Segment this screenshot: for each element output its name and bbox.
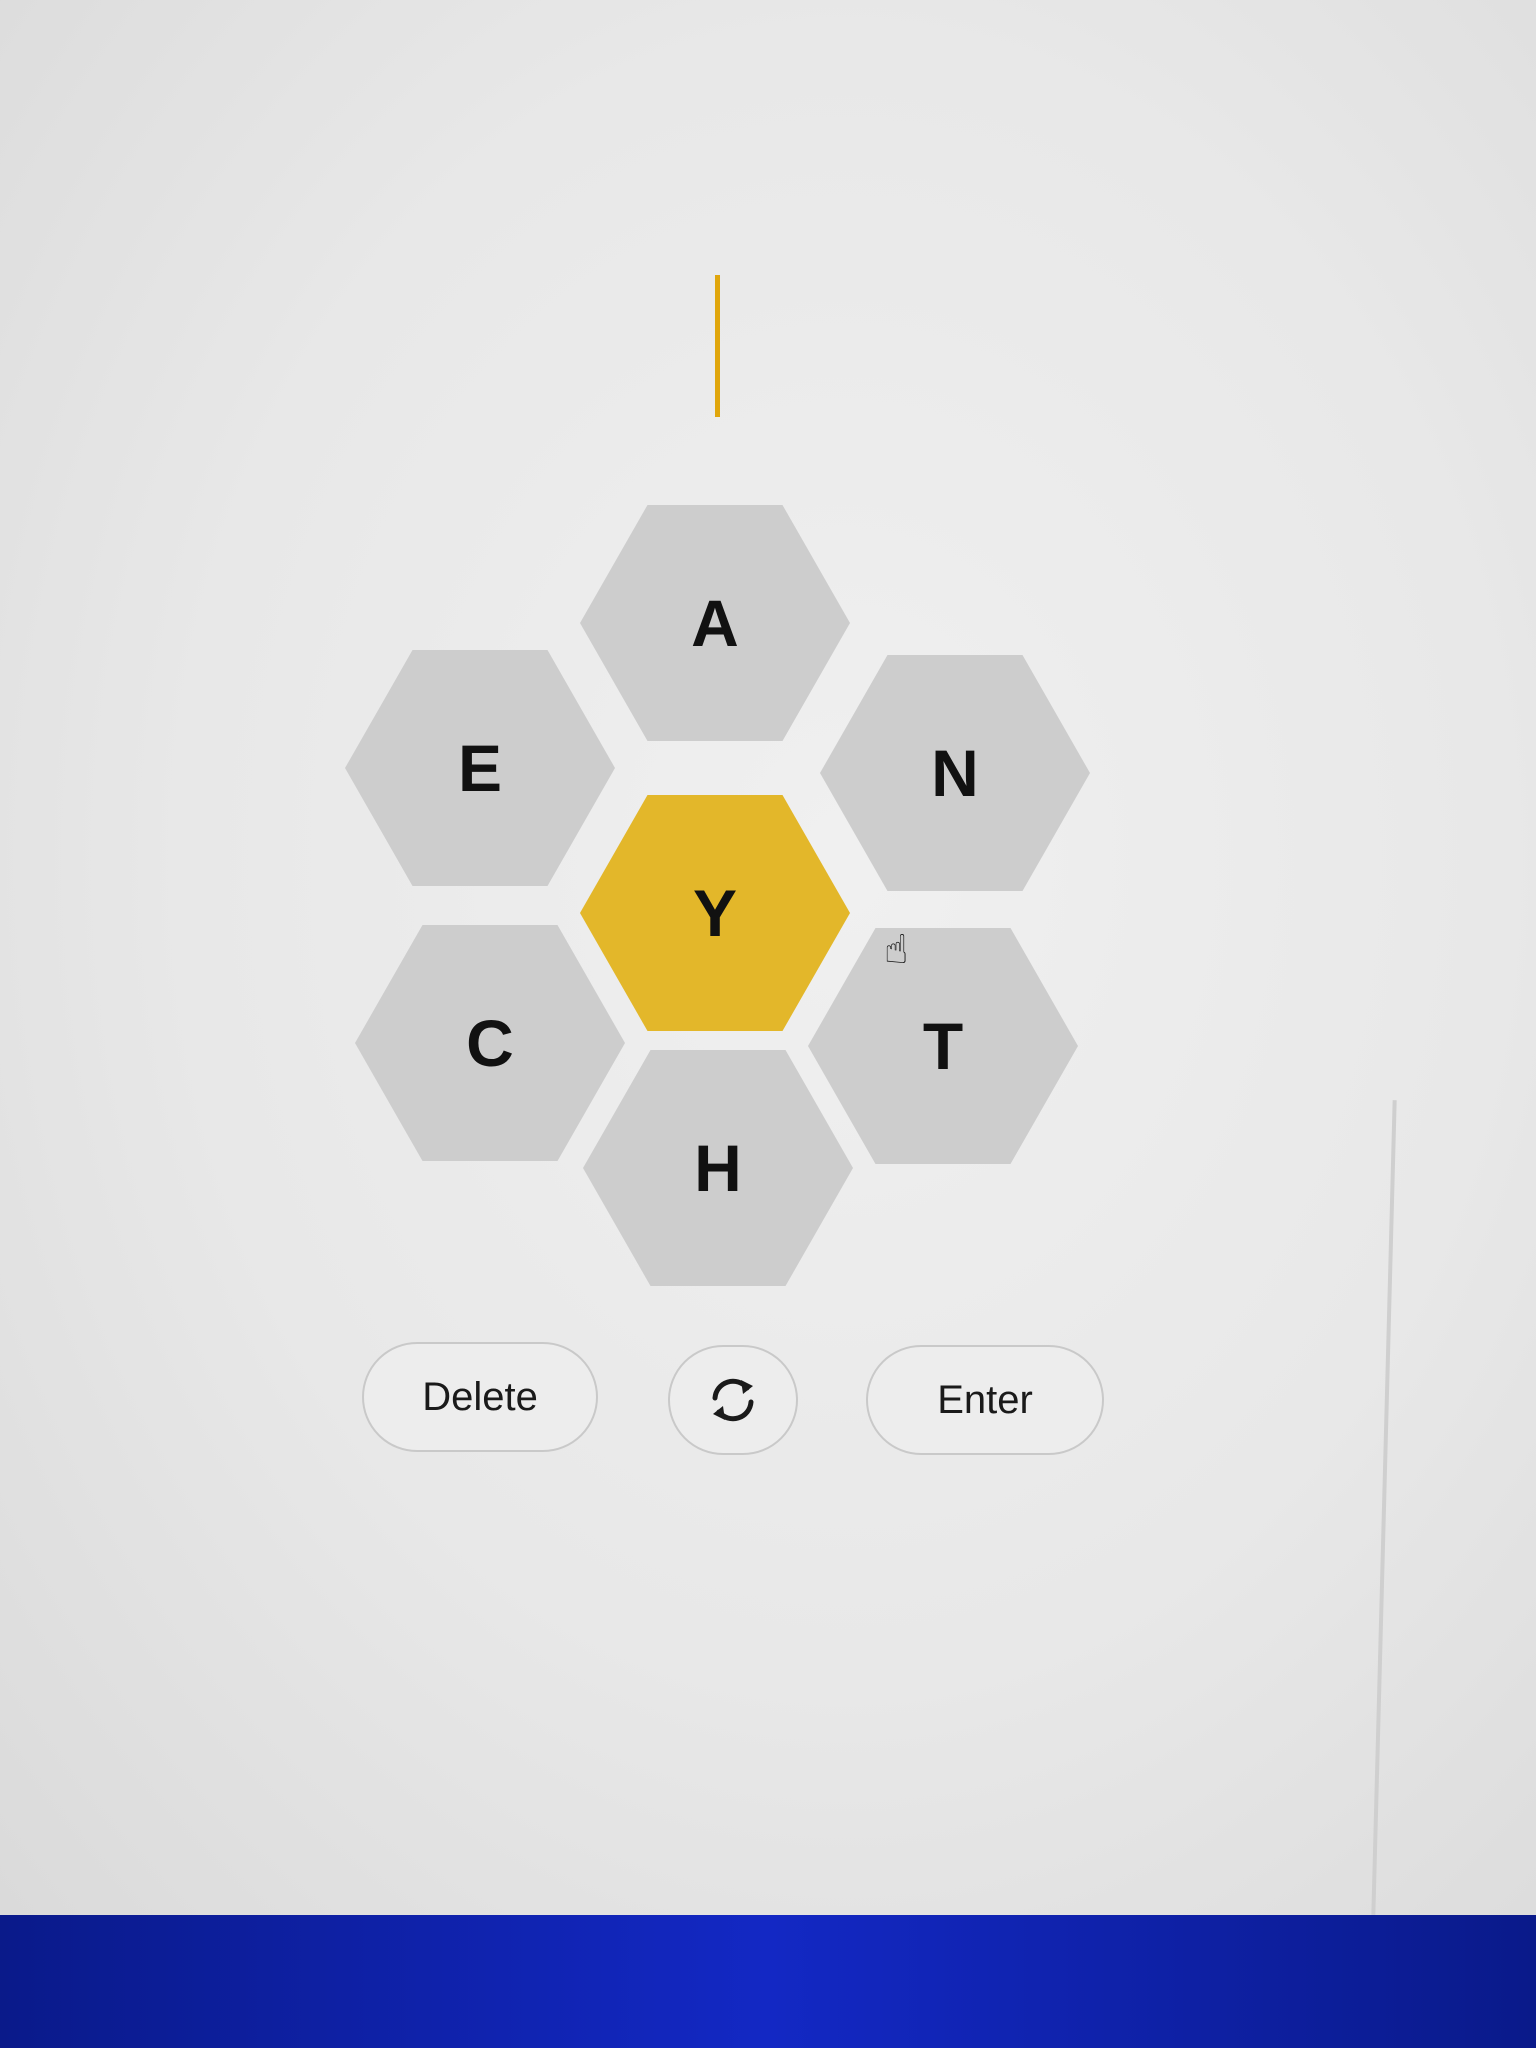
hand-pointer-icon: ☝ (884, 928, 909, 972)
hive-letter: C (466, 1006, 514, 1080)
hive-cell-lower-right[interactable]: T (808, 928, 1078, 1164)
hive-letter: E (457, 731, 503, 805)
hive-cell-bottom[interactable]: H (583, 1050, 853, 1286)
hive-cell-lower-left[interactable]: C (355, 925, 625, 1161)
center-letter: Y (692, 876, 738, 950)
game-screen: A E N Y C T H ☝ Delete Enter (0, 0, 1536, 1915)
delete-button[interactable]: Delete (362, 1342, 598, 1452)
hive-cell-upper-right[interactable]: N (820, 655, 1090, 891)
enter-button[interactable]: Enter (866, 1345, 1104, 1455)
shuffle-button[interactable] (668, 1345, 798, 1455)
letter-hive: A E N Y C T H (0, 0, 1536, 1400)
hive-cell-top[interactable]: A (580, 505, 850, 741)
hive-letter: N (931, 736, 979, 810)
taskbar (0, 1915, 1536, 2048)
hive-letter: H (694, 1131, 742, 1205)
shuffle-icon (712, 1378, 754, 1422)
hive-letter: A (691, 586, 739, 660)
hive-cell-upper-left[interactable]: E (345, 650, 615, 886)
hive-cell-center[interactable]: Y (580, 795, 850, 1031)
hive-letter: T (922, 1009, 964, 1083)
